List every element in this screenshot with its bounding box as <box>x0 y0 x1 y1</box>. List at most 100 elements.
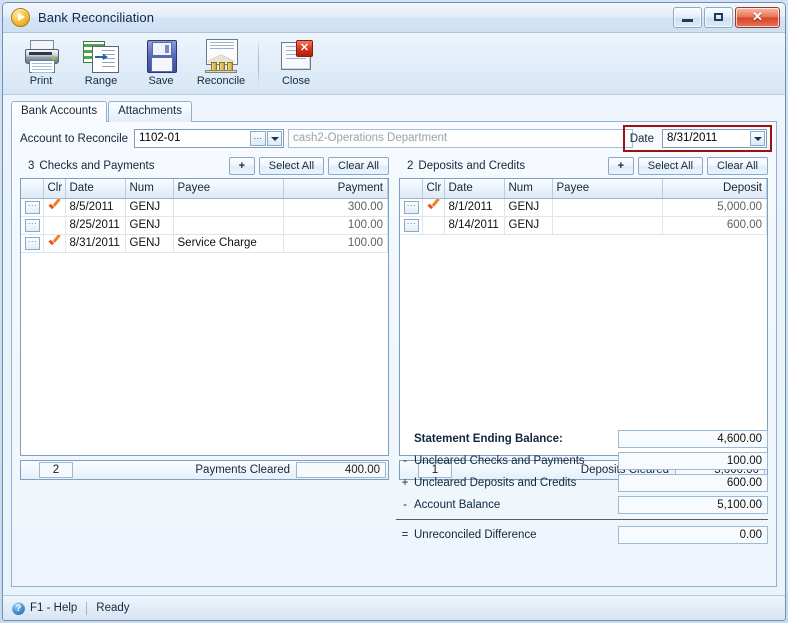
toolbar: Print Range Save Reconcile ✕ Close <box>3 33 785 95</box>
tab-panel-bank-accounts: Account to Reconcile 1102-01 … cash2-Ope… <box>11 121 777 587</box>
row-amount: 300.00 <box>283 198 388 217</box>
summary-label: Uncleared Deposits and Credits <box>414 477 577 489</box>
checks-grid[interactable]: Clr Date Num Payee Payment ··· 8/5/2011 … <box>20 178 389 456</box>
summary-value: 5,100.00 <box>618 496 768 514</box>
row-date: 8/5/2011 <box>65 198 126 217</box>
window-controls: ✕ <box>673 7 780 28</box>
deposits-col-clr[interactable]: Clr <box>422 179 445 199</box>
checks-col-date[interactable]: Date <box>65 179 126 199</box>
checks-add-button[interactable]: + <box>228 156 255 175</box>
close-window-button[interactable]: ✕ <box>735 7 780 28</box>
title-bar: Bank Reconciliation ✕ <box>3 3 785 33</box>
row-cleared-checkbox[interactable] <box>43 216 66 235</box>
row-detail-button[interactable]: ··· <box>404 218 419 232</box>
row-cleared-checkbox[interactable] <box>43 234 66 253</box>
range-grid-icon <box>83 39 119 73</box>
deposits-clear-all-button[interactable]: Clear All <box>707 156 768 175</box>
check-mark-icon <box>49 236 60 247</box>
status-bar: ? F1 - Help Ready <box>3 596 785 620</box>
window-frame: Bank Reconciliation ✕ Print Range Save R… <box>2 2 786 621</box>
checks-select-all-button[interactable]: Select All <box>258 156 325 175</box>
row-detail-button[interactable]: ··· <box>25 200 40 214</box>
deposits-title: Deposits and Credits <box>418 159 526 172</box>
date-value: 8/31/2011 <box>667 132 718 144</box>
row-detail-button[interactable]: ··· <box>404 200 419 214</box>
deposits-header-row: Clr Date Num Payee Deposit <box>400 179 767 199</box>
app-play-icon <box>11 8 30 27</box>
summary-label: Uncleared Checks and Payments <box>414 455 585 467</box>
deposits-col-payee[interactable]: Payee <box>552 179 663 199</box>
date-input[interactable]: 8/31/2011 <box>662 129 767 148</box>
row-detail-button[interactable]: ··· <box>25 236 40 250</box>
tab-bank-accounts[interactable]: Bank Accounts <box>11 101 108 122</box>
summary-row-uncleared-deposits: + Uncleared Deposits and Credits 600.00 <box>396 473 768 493</box>
checks-cleared-value: 400.00 <box>296 462 386 478</box>
toolbar-save-label: Save <box>148 75 174 87</box>
row-date: 8/25/2011 <box>65 216 126 235</box>
row-amount: 100.00 <box>283 216 388 235</box>
checks-col-clr[interactable]: Clr <box>43 179 66 199</box>
deposits-grid[interactable]: Clr Date Num Payee Deposit ··· 8/1/2011 … <box>399 178 768 456</box>
help-label[interactable]: F1 - Help <box>30 602 77 614</box>
toolbar-print-button[interactable]: Print <box>11 37 71 87</box>
summary-value: 100.00 <box>618 452 768 470</box>
row-amount: 5,000.00 <box>662 198 767 217</box>
status-separator <box>86 601 88 615</box>
row-detail-button[interactable]: ··· <box>25 218 40 232</box>
window-title: Bank Reconciliation <box>38 10 155 25</box>
minimize-button[interactable] <box>673 7 702 28</box>
toolbar-close-button[interactable]: ✕ Close <box>266 37 326 87</box>
table-row[interactable]: ··· 8/1/2011 GENJ 5,000.00 <box>400 198 767 217</box>
account-dropdown-button[interactable] <box>267 131 283 146</box>
row-cleared-checkbox[interactable] <box>422 198 445 217</box>
client-area: Bank Accounts Attachments Account to Rec… <box>3 95 785 596</box>
checks-count: 3 <box>28 159 35 172</box>
checks-panel-header: 3 Checks and Payments + Select All Clear… <box>20 156 389 175</box>
summary-row-account-balance: - Account Balance 5,100.00 <box>396 495 768 515</box>
checks-col-payment[interactable]: Payment <box>283 179 388 199</box>
table-row[interactable]: ··· 8/25/2011 GENJ 100.00 <box>21 216 388 235</box>
minimize-icon <box>682 19 693 22</box>
maximize-icon <box>714 13 723 21</box>
tab-bar: Bank Accounts Attachments <box>11 101 777 122</box>
deposits-col-deposit[interactable]: Deposit <box>662 179 767 199</box>
toolbar-reconcile-button[interactable]: Reconcile <box>191 37 251 87</box>
deposits-col-date[interactable]: Date <box>444 179 505 199</box>
row-date: 8/14/2011 <box>444 216 505 235</box>
tab-attachments[interactable]: Attachments <box>108 101 192 122</box>
deposits-select-all-button[interactable]: Select All <box>637 156 704 175</box>
close-document-icon: ✕ <box>278 39 314 73</box>
date-dropdown-button[interactable] <box>750 131 765 146</box>
row-date: 8/31/2011 <box>65 234 126 253</box>
deposits-col-num[interactable]: Num <box>504 179 553 199</box>
toolbar-reconcile-label: Reconcile <box>196 75 246 87</box>
maximize-button[interactable] <box>704 7 733 28</box>
row-payee <box>552 216 663 235</box>
summary-label: Unreconciled Difference <box>414 529 537 541</box>
toolbar-save-button[interactable]: Save <box>131 37 191 87</box>
row-cleared-checkbox[interactable] <box>422 216 445 235</box>
table-row[interactable]: ··· 8/31/2011 GENJ Service Charge 100.00 <box>21 234 388 253</box>
status-label: Ready <box>96 602 130 614</box>
table-row[interactable]: ··· 8/5/2011 GENJ 300.00 <box>21 198 388 217</box>
bank-reconciliation-window: Bank Reconciliation ✕ Print Range Save R… <box>0 0 788 623</box>
row-payee: Service Charge <box>173 234 284 253</box>
checks-col-num[interactable]: Num <box>125 179 174 199</box>
summary-row-uncleared-checks: - Uncleared Checks and Payments 100.00 <box>396 451 768 471</box>
checks-clear-all-button[interactable]: Clear All <box>328 156 389 175</box>
account-lookup-button[interactable]: … <box>250 131 267 146</box>
table-row[interactable]: ··· 8/14/2011 GENJ 600.00 <box>400 216 767 235</box>
deposits-col-detail <box>400 179 423 199</box>
row-num: GENJ <box>504 198 553 217</box>
checks-col-payee[interactable]: Payee <box>173 179 284 199</box>
row-num: GENJ <box>125 216 174 235</box>
row-cleared-checkbox[interactable] <box>43 198 66 217</box>
deposits-add-button[interactable]: + <box>607 156 634 175</box>
toolbar-print-label: Print <box>29 75 53 87</box>
summary-value: 0.00 <box>618 526 768 544</box>
account-input[interactable]: 1102-01 … <box>134 129 285 148</box>
account-description: cash2-Operations Department <box>288 129 634 148</box>
summary-value[interactable]: 4,600.00 <box>618 430 768 448</box>
toolbar-range-button[interactable]: Range <box>71 37 131 87</box>
account-value: 1102-01 <box>139 132 181 144</box>
